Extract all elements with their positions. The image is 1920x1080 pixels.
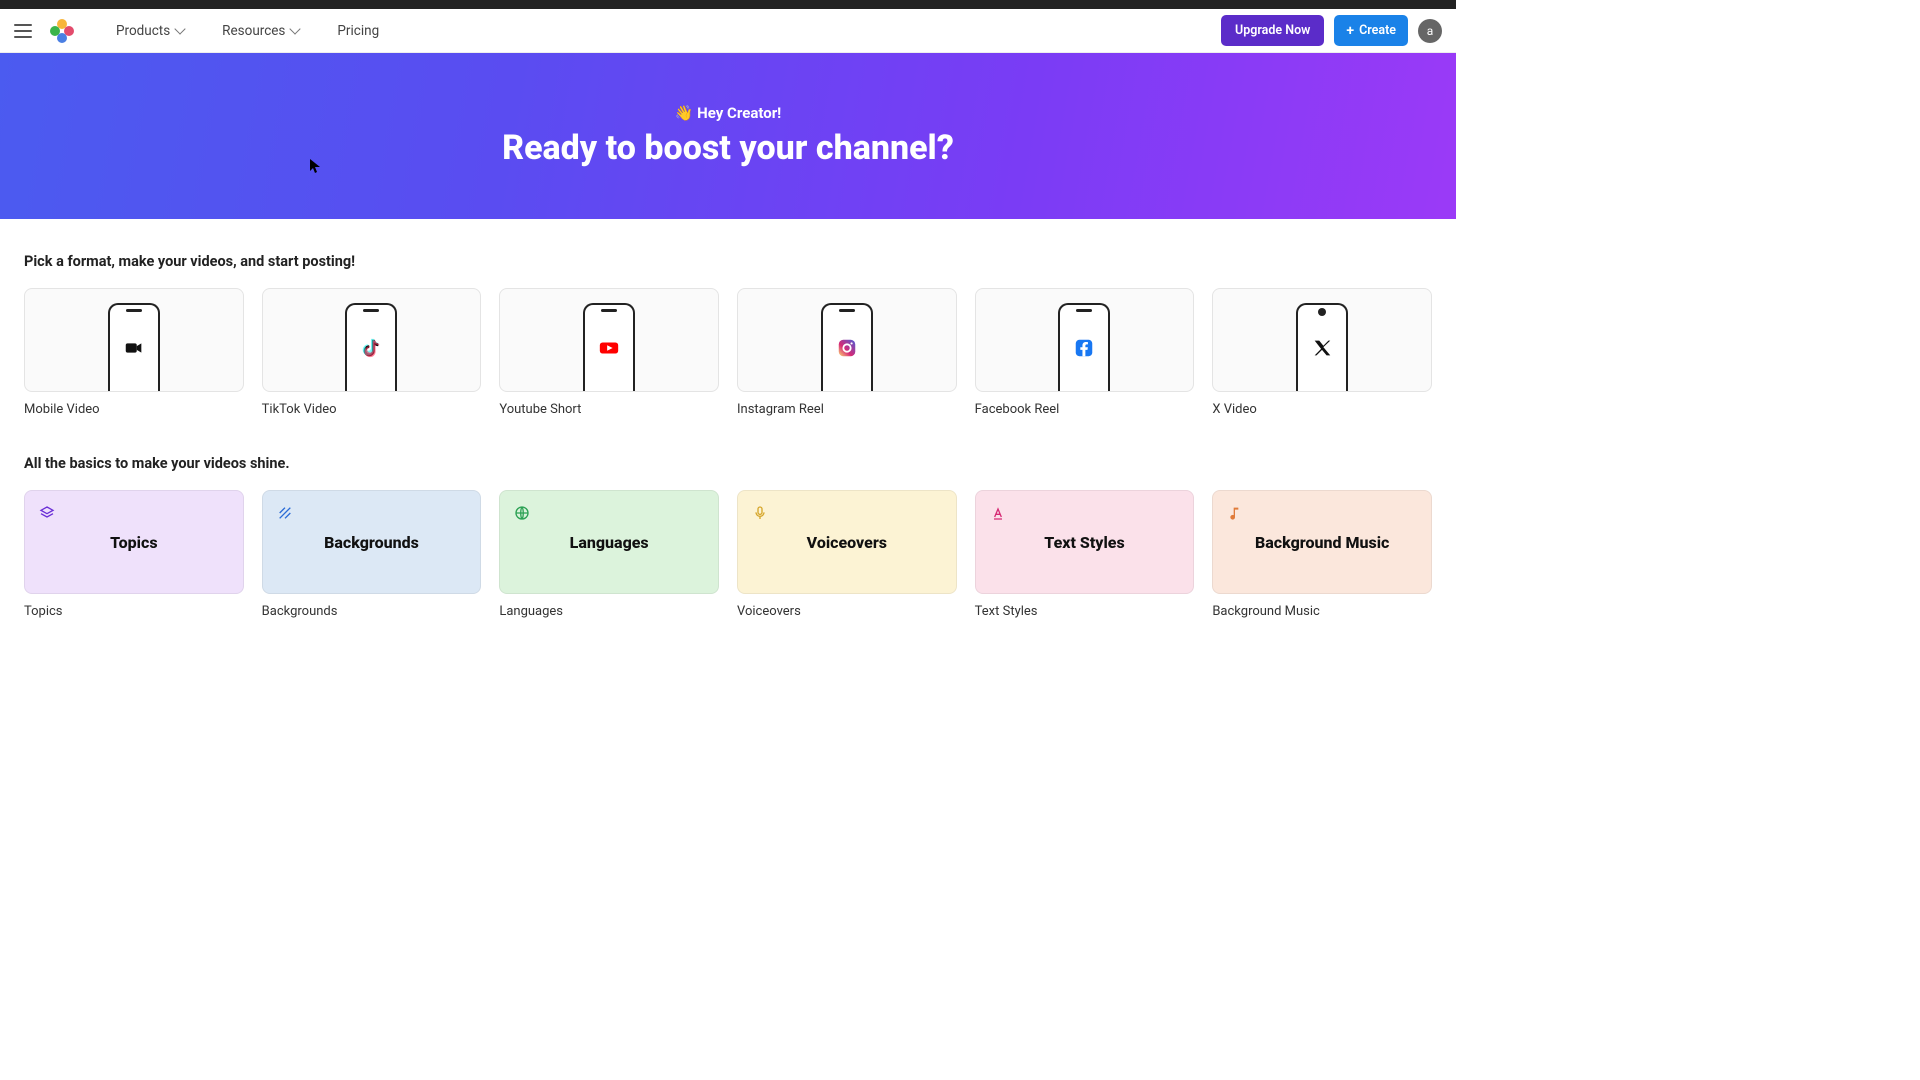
feature-title: Languages	[570, 533, 649, 552]
feature-backgrounds[interactable]: Backgrounds Backgrounds	[262, 490, 482, 619]
feature-label: Background Music	[1212, 604, 1432, 619]
feature-title: Backgrounds	[324, 533, 419, 552]
feature-box: Backgrounds	[262, 490, 482, 594]
phone-frame	[108, 303, 160, 391]
browser-top-shadow	[0, 0, 1456, 9]
basics-section-label: All the basics to make your videos shine…	[24, 455, 1432, 472]
plus-icon: +	[1346, 24, 1354, 38]
format-box	[262, 288, 482, 392]
mouse-cursor-icon	[310, 159, 320, 173]
instagram-icon	[836, 337, 858, 359]
hero-greeting-text: Hey Creator!	[697, 104, 781, 122]
avatar[interactable]: a	[1418, 19, 1442, 43]
navbar: Products Resources Pricing Upgrade Now +…	[0, 9, 1456, 53]
phone-frame	[1296, 303, 1348, 391]
feature-label: Languages	[499, 604, 719, 619]
nav-products[interactable]: Products	[116, 23, 184, 39]
feature-label: Voiceovers	[737, 604, 957, 619]
format-youtube-short[interactable]: Youtube Short	[499, 288, 719, 417]
layers-icon	[39, 505, 55, 521]
format-label: Youtube Short	[499, 402, 719, 417]
create-button[interactable]: + Create	[1334, 15, 1408, 46]
feature-box: Voiceovers	[737, 490, 957, 594]
format-mobile-video[interactable]: Mobile Video	[24, 288, 244, 417]
features-grid: Topics Topics Backgrounds Backgrounds La…	[24, 490, 1432, 619]
format-label: TikTok Video	[262, 402, 482, 417]
feature-label: Topics	[24, 604, 244, 619]
music-note-icon	[1227, 505, 1243, 521]
format-box	[737, 288, 957, 392]
nav-pricing[interactable]: Pricing	[337, 23, 379, 39]
format-box	[975, 288, 1195, 392]
texture-icon	[277, 505, 293, 521]
nav-resources[interactable]: Resources	[222, 23, 299, 39]
youtube-icon	[598, 337, 620, 359]
feature-topics[interactable]: Topics Topics	[24, 490, 244, 619]
tiktok-icon	[360, 337, 382, 359]
globe-icon	[514, 505, 530, 521]
text-style-icon	[990, 505, 1006, 521]
feature-title: Text Styles	[1044, 533, 1124, 552]
feature-label: Backgrounds	[262, 604, 482, 619]
format-box	[499, 288, 719, 392]
feature-box: Topics	[24, 490, 244, 594]
create-button-label: Create	[1359, 23, 1396, 38]
nav-products-label: Products	[116, 23, 170, 39]
feature-label: Text Styles	[975, 604, 1195, 619]
format-label: X Video	[1212, 402, 1432, 417]
hamburger-menu-icon[interactable]	[14, 24, 32, 38]
formats-section-label: Pick a format, make your videos, and sta…	[24, 253, 1432, 270]
nav-right: Upgrade Now + Create a	[1221, 15, 1442, 46]
feature-title: Background Music	[1255, 533, 1389, 552]
format-label: Instagram Reel	[737, 402, 957, 417]
phone-frame	[345, 303, 397, 391]
format-instagram-reel[interactable]: Instagram Reel	[737, 288, 957, 417]
x-icon	[1311, 337, 1333, 359]
feature-title: Voiceovers	[807, 533, 887, 552]
feature-box: Text Styles	[975, 490, 1195, 594]
feature-box: Languages	[499, 490, 719, 594]
format-tiktok-video[interactable]: TikTok Video	[262, 288, 482, 417]
facebook-icon	[1073, 337, 1095, 359]
feature-background-music[interactable]: Background Music Background Music	[1212, 490, 1432, 619]
wave-icon: 👋	[675, 104, 694, 122]
app-logo[interactable]	[50, 19, 74, 43]
nav-pricing-label: Pricing	[337, 23, 379, 39]
format-facebook-reel[interactable]: Facebook Reel	[975, 288, 1195, 417]
phone-frame	[1058, 303, 1110, 391]
phone-frame	[583, 303, 635, 391]
chevron-down-icon	[290, 23, 301, 34]
format-x-video[interactable]: X Video	[1212, 288, 1432, 417]
format-box	[24, 288, 244, 392]
microphone-icon	[752, 505, 768, 521]
chevron-down-icon	[175, 23, 186, 34]
hero-headline: Ready to boost your channel?	[502, 128, 954, 168]
nav-resources-label: Resources	[222, 23, 285, 39]
formats-grid: Mobile Video TikTok Video Youtube Short	[24, 288, 1432, 417]
hero-greeting: 👋 Hey Creator!	[675, 104, 782, 122]
camera-icon	[123, 337, 145, 359]
feature-text-styles[interactable]: Text Styles Text Styles	[975, 490, 1195, 619]
feature-voiceovers[interactable]: Voiceovers Voiceovers	[737, 490, 957, 619]
upgrade-button[interactable]: Upgrade Now	[1221, 15, 1324, 46]
main-content: Pick a format, make your videos, and sta…	[0, 219, 1456, 619]
feature-title: Topics	[110, 533, 157, 552]
format-box	[1212, 288, 1432, 392]
phone-frame	[821, 303, 873, 391]
nav-links: Products Resources Pricing	[116, 23, 379, 39]
hero-banner: 👋 Hey Creator! Ready to boost your chann…	[0, 53, 1456, 219]
feature-box: Background Music	[1212, 490, 1432, 594]
format-label: Facebook Reel	[975, 402, 1195, 417]
format-label: Mobile Video	[24, 402, 244, 417]
feature-languages[interactable]: Languages Languages	[499, 490, 719, 619]
